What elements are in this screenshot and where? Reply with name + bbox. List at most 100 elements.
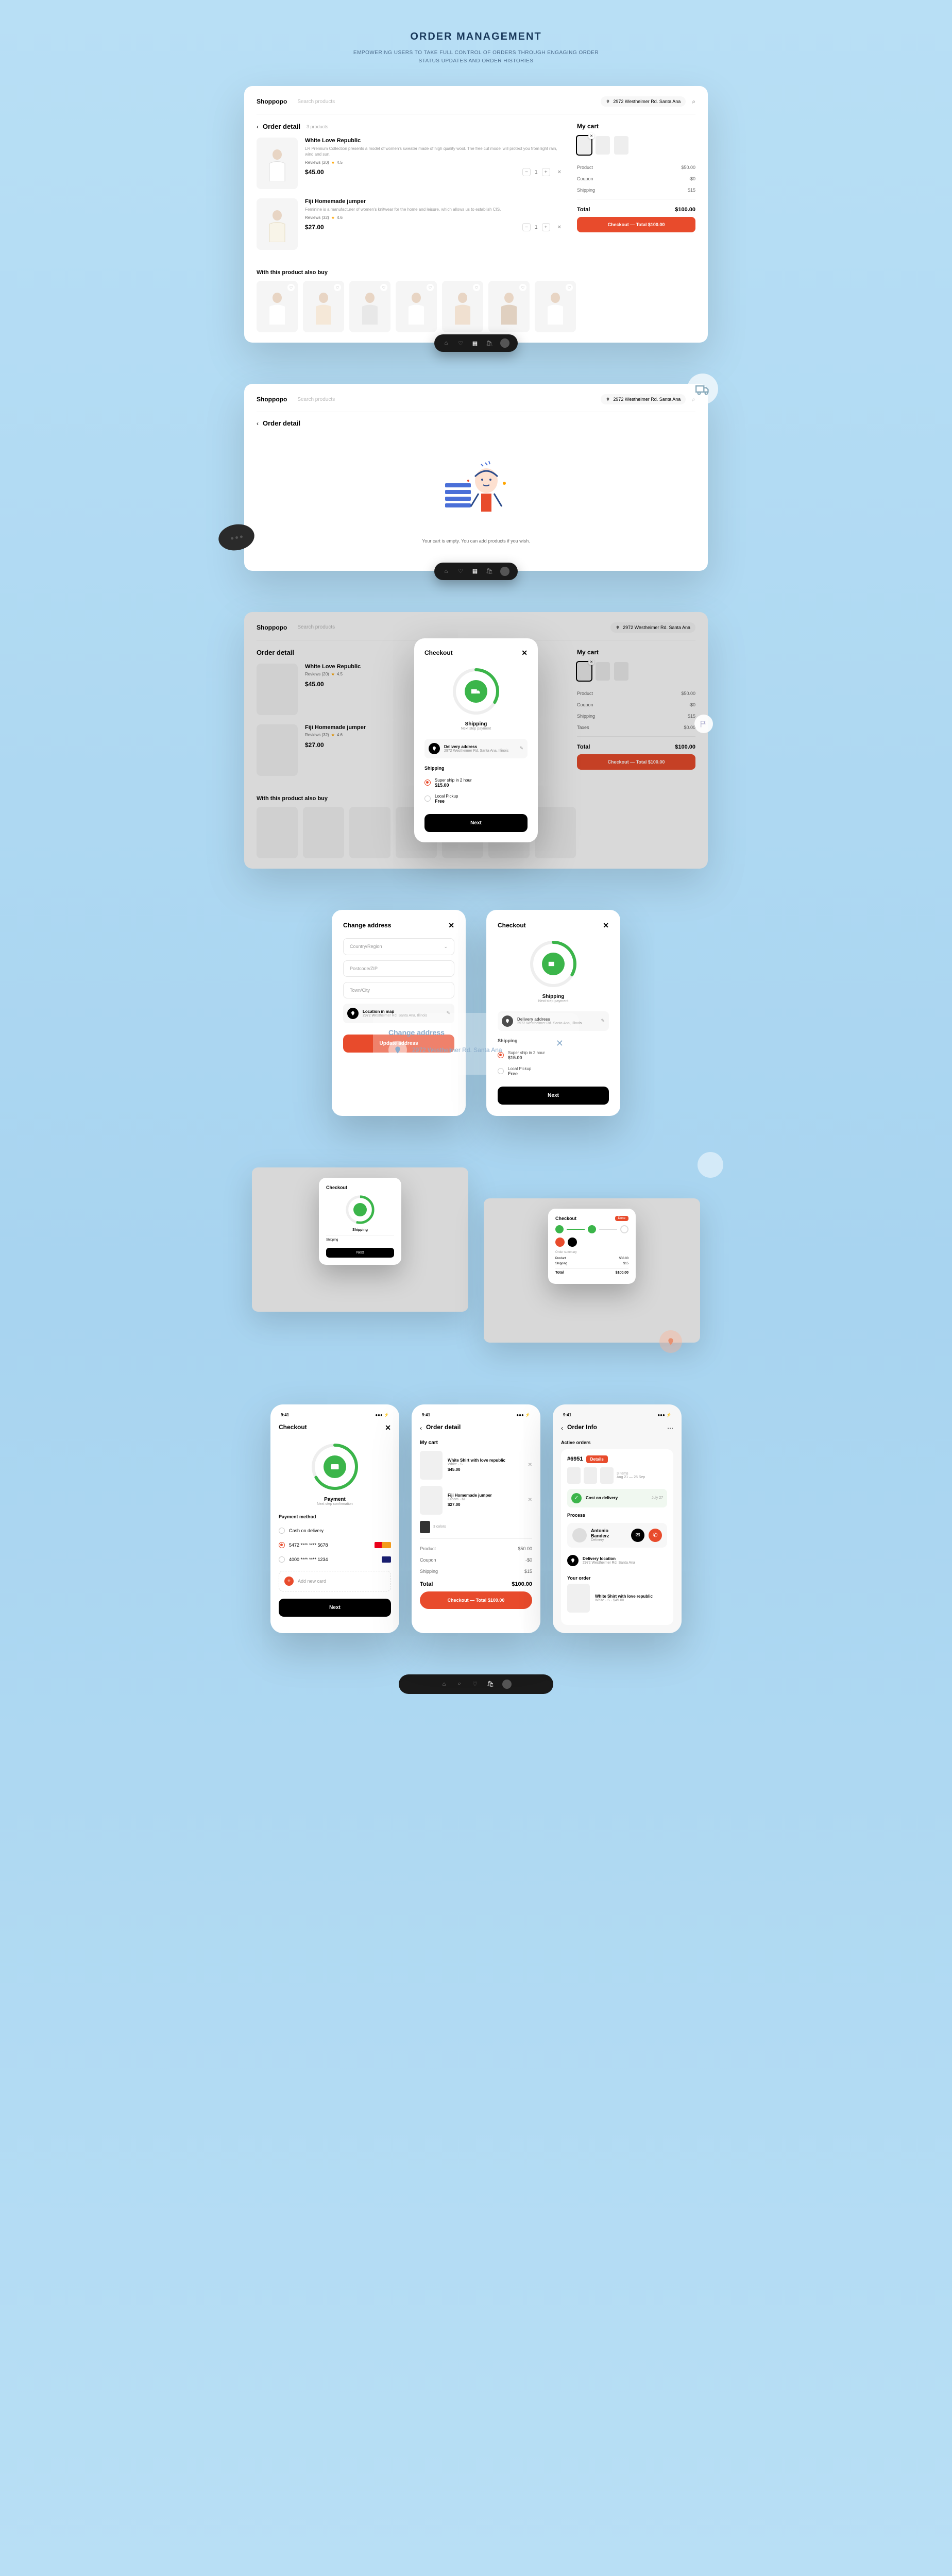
product-image[interactable]	[257, 138, 298, 189]
remove-item[interactable]: ✕	[557, 170, 562, 175]
color-swatch[interactable]	[420, 1521, 430, 1533]
product-name[interactable]: Fiji Homemade jumper	[305, 198, 562, 205]
qty-minus[interactable]: −	[522, 168, 531, 176]
heart-icon[interactable]: ♡	[427, 284, 434, 291]
product-row: Fiji Homemade jumper Feminine is a manuf…	[257, 198, 562, 250]
tab-home-icon[interactable]: ⌂	[440, 1681, 448, 1688]
search-icon[interactable]: ⌕	[692, 98, 695, 106]
radio[interactable]	[424, 795, 431, 802]
also-buy-item[interactable]: ♡	[257, 281, 298, 332]
search-input[interactable]: Search products	[297, 397, 601, 402]
radio-checked[interactable]	[424, 779, 431, 786]
dock-avatar[interactable]	[500, 338, 509, 348]
qty-plus[interactable]: +	[542, 223, 550, 231]
postcode-input[interactable]: Postcode/ZIP	[343, 960, 454, 977]
tab-avatar[interactable]	[502, 1680, 512, 1689]
heart-icon[interactable]: ♡	[380, 284, 387, 291]
details-tab[interactable]: Details	[586, 1455, 608, 1463]
progress-ring	[450, 666, 502, 717]
star-icon: ★	[331, 160, 335, 165]
shipping-option[interactable]: Super ship in 2 hour$15.00	[424, 775, 528, 791]
star-icon: ★	[331, 215, 335, 220]
dock-home-icon[interactable]: ⌂	[443, 568, 450, 575]
also-buy-item[interactable]: ♡	[303, 281, 344, 332]
also-buy-item[interactable]: ♡	[535, 281, 576, 332]
tab-heart-icon[interactable]: ♡	[471, 1681, 479, 1688]
heart-icon[interactable]: ♡	[287, 284, 295, 291]
call-button[interactable]: ✆	[649, 1529, 662, 1542]
dock-heart-icon[interactable]: ♡	[457, 340, 464, 347]
qty-plus[interactable]: +	[542, 168, 550, 176]
remove-icon[interactable]: ✕	[528, 1497, 532, 1503]
delivery-address[interactable]: Delivery address2972 Westheimer Rd. Sant…	[424, 739, 528, 758]
heart-icon[interactable]: ♡	[334, 284, 341, 291]
checkout-button[interactable]: Checkout — Total $100.00	[420, 1591, 532, 1609]
also-buy-item[interactable]: ♡	[488, 281, 530, 332]
cart-item[interactable]: Fiji Homemade jumperCream · M$27.00 ✕	[420, 1486, 532, 1515]
cart-thumb[interactable]	[577, 136, 591, 155]
shipping-title: Shipping	[424, 766, 528, 771]
logo[interactable]: Shoppopo	[257, 98, 287, 105]
dock-grid-icon[interactable]: ▦	[471, 340, 479, 347]
dock-bag-icon[interactable]: 🛍	[486, 340, 493, 347]
remove-icon[interactable]: ✕	[528, 1462, 532, 1468]
message-button[interactable]: ✉	[631, 1529, 644, 1542]
close-icon[interactable]: ✕	[448, 921, 454, 930]
dock-home-icon[interactable]: ⌂	[443, 340, 450, 347]
back-button[interactable]: ‹	[420, 1425, 422, 1432]
address-pill[interactable]: 2972 Westheimer Rd. Santa Ana	[601, 394, 686, 404]
phone-payment: 9:41●●● ⚡ Checkout✕ Payment Next step co…	[270, 1404, 399, 1633]
also-buy-item[interactable]: ♡	[396, 281, 437, 332]
payment-option[interactable]: 5472 **** **** 5678	[279, 1538, 391, 1552]
heart-icon[interactable]: ♡	[566, 284, 573, 291]
app-header: Shoppopo Search products 2972 Westheimer…	[257, 394, 695, 412]
dock-grid-icon[interactable]: ▦	[471, 568, 479, 575]
cart-item[interactable]: White Shirt with love republicWhite · S$…	[420, 1451, 532, 1480]
product-name[interactable]: White Love Republic	[305, 138, 562, 144]
shipping-option[interactable]: Local PickupFree	[424, 791, 528, 807]
chat-bubble-decoration	[216, 521, 257, 553]
tab-bag-icon[interactable]: 🛍	[487, 1681, 494, 1688]
payment-option[interactable]: 4000 **** **** 1234	[279, 1552, 391, 1567]
logo[interactable]: Shoppopo	[257, 396, 287, 403]
also-buy-item[interactable]: ♡	[442, 281, 483, 332]
back-button[interactable]: ‹	[561, 1425, 563, 1432]
review-count[interactable]: Reviews (20)	[305, 160, 329, 165]
cart-thumb[interactable]	[614, 136, 628, 155]
back-button[interactable]: ‹	[257, 123, 259, 130]
heart-icon[interactable]: ♡	[519, 284, 526, 291]
next-button[interactable]: Next	[279, 1599, 391, 1617]
country-select[interactable]: Country/Region⌄	[343, 938, 454, 955]
town-input[interactable]: Town/City	[343, 982, 454, 998]
review-count[interactable]: Reviews (32)	[305, 215, 329, 220]
add-card[interactable]: +Add new card	[279, 1571, 391, 1591]
checkout-button[interactable]: Checkout — Total $100.00	[577, 217, 695, 232]
remove-item[interactable]: ✕	[557, 225, 562, 230]
close-icon[interactable]: ✕	[385, 1423, 391, 1432]
dock-bag-icon[interactable]: 🛍	[486, 568, 493, 575]
close-icon[interactable]: ✕	[521, 649, 528, 657]
product-image[interactable]	[257, 198, 298, 250]
address-pill[interactable]: 2972 Westheimer Rd. Santa Ana	[601, 96, 686, 107]
next-button[interactable]: Next	[424, 814, 528, 832]
checkout-overlay-scene: Shoppopo Search products 2972 Westheimer…	[244, 612, 708, 869]
dock-avatar[interactable]	[500, 567, 509, 576]
tab-search-icon[interactable]: ⌕	[456, 1681, 463, 1688]
menu-icon[interactable]: ⋯	[667, 1425, 673, 1432]
rating: 4.6	[337, 215, 343, 220]
edit-icon[interactable]: ✎	[601, 1018, 605, 1024]
step-sub: Next step payment	[424, 727, 528, 731]
cart-thumb[interactable]	[596, 136, 610, 155]
next-button[interactable]: Next	[498, 1087, 609, 1105]
edit-icon[interactable]: ✎	[519, 745, 523, 751]
dock-heart-icon[interactable]: ♡	[457, 568, 464, 575]
heart-icon[interactable]: ♡	[473, 284, 480, 291]
qty-minus[interactable]: −	[522, 223, 531, 231]
also-buy-item[interactable]: ♡	[349, 281, 390, 332]
close-icon[interactable]: ✕	[603, 921, 609, 930]
back-button[interactable]: ‹	[257, 420, 259, 427]
app-header: Shoppopo Search products 2972 Westheimer…	[257, 96, 695, 114]
step-label: Shipping	[424, 721, 528, 727]
payment-option[interactable]: Cash on delivery	[279, 1523, 391, 1538]
search-input[interactable]: Search products	[297, 99, 601, 105]
